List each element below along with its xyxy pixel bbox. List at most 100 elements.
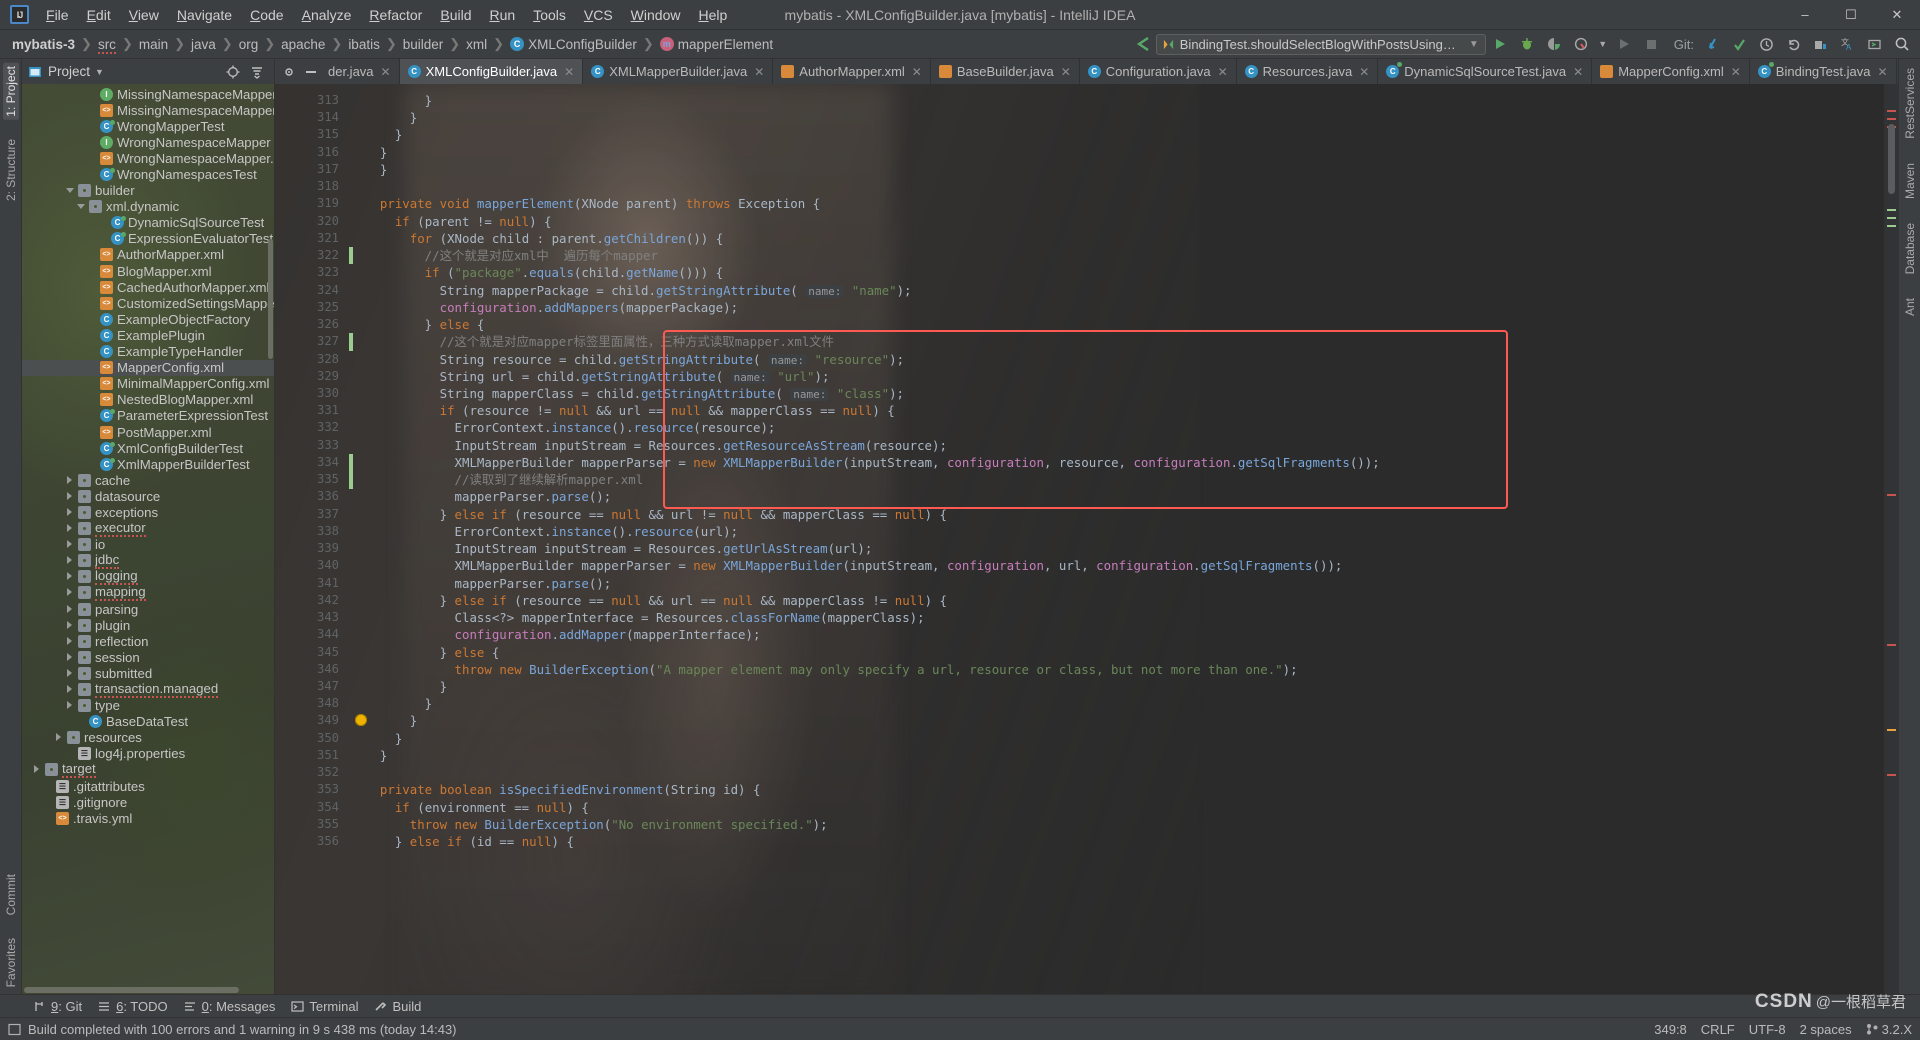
disclosure-triangle-icon[interactable] xyxy=(66,636,75,646)
editor-tab-bar[interactable]: der.java ✕ C XMLConfigBuilder.java ✕ C XMLMapp… xyxy=(275,59,1898,84)
tree-item-target[interactable]: target xyxy=(22,761,274,779)
close-icon[interactable]: ✕ xyxy=(1218,65,1228,79)
debug-button[interactable] xyxy=(1515,32,1540,56)
sidebar-item-structure[interactable]: 2: Structure xyxy=(3,136,19,204)
tree-item-xmlmapperbuildertest[interactable]: C XmlMapperBuilderTest xyxy=(22,456,274,472)
line-number[interactable]: 320 xyxy=(275,213,347,230)
line-number[interactable]: 346 xyxy=(275,661,347,678)
run-configuration-selector[interactable]: BindingTest.shouldSelectBlogWithPostsUsi… xyxy=(1155,33,1486,55)
line-number[interactable]: 342 xyxy=(275,592,347,609)
disclosure-triangle-icon[interactable] xyxy=(66,507,75,517)
tool-window-button-messages[interactable]: 0: Messages xyxy=(177,997,283,1016)
tree-item-builder[interactable]: builder xyxy=(22,183,274,199)
code-line[interactable]: //这个就是对应xml中 遍历每个mapper xyxy=(365,247,1898,264)
code-line[interactable]: } xyxy=(365,109,1898,126)
code-line[interactable]: } xyxy=(365,92,1898,109)
back-arrow-icon[interactable] xyxy=(1134,35,1154,53)
code-line[interactable]: } xyxy=(365,678,1898,695)
tree-item-parsing[interactable]: parsing xyxy=(22,601,274,617)
line-number[interactable]: 329 xyxy=(275,368,347,385)
line-number[interactable]: 321 xyxy=(275,230,347,247)
line-number[interactable]: 327 xyxy=(275,333,347,350)
hide-panel-icon[interactable] xyxy=(305,66,317,78)
git-commit-button[interactable] xyxy=(1727,32,1752,56)
project-vertical-scrollbar[interactable] xyxy=(268,239,273,359)
tree-item-postmapper-xml[interactable]: PostMapper.xml xyxy=(22,424,274,440)
code-line[interactable]: String url = child.getStringAttribute( n… xyxy=(365,368,1898,385)
code-line[interactable]: private boolean isSpecifiedEnvironment(S… xyxy=(365,781,1898,798)
editor-tab-authormapper-xml[interactable]: AuthorMapper.xml ✕ xyxy=(773,59,931,84)
code-line[interactable]: if (resource != null && url == null && m… xyxy=(365,402,1898,419)
tree-item-log4j-properties[interactable]: ☰ log4j.properties xyxy=(22,746,274,762)
disclosure-triangle-icon[interactable] xyxy=(66,556,75,565)
line-number[interactable]: 317 xyxy=(275,161,347,178)
menu-item-window[interactable]: Window xyxy=(622,4,690,26)
code-line[interactable]: } xyxy=(365,126,1898,143)
tree-item-wrongmappertest[interactable]: C WrongMapperTest xyxy=(22,118,274,134)
marker-error[interactable] xyxy=(1887,774,1896,776)
tree-item-exampleobjectfactory[interactable]: C ExampleObjectFactory xyxy=(22,311,274,327)
line-number[interactable]: 314 xyxy=(275,109,347,126)
marker-error[interactable] xyxy=(1887,118,1896,120)
settings-gear-icon[interactable] xyxy=(283,66,295,78)
line-number[interactable]: 333 xyxy=(275,437,347,454)
code-line[interactable]: if (parent != null) { xyxy=(365,213,1898,230)
code-line[interactable]: mapperParser.parse(); xyxy=(365,488,1898,505)
code-line[interactable]: InputStream inputStream = Resources.getU… xyxy=(365,540,1898,557)
run-with-coverage-button[interactable] xyxy=(1542,32,1567,56)
line-number[interactable]: 335 xyxy=(275,471,347,488)
code-line[interactable]: String mapperClass = child.getStringAttr… xyxy=(365,385,1898,402)
breadcrumb-item-xmlconfigbuilder[interactable]: C XMLConfigBuilder xyxy=(506,36,641,53)
tree-item-exampleplugin[interactable]: C ExamplePlugin xyxy=(22,327,274,343)
maximize-button[interactable]: ☐ xyxy=(1828,0,1874,30)
profile-button[interactable] xyxy=(1569,32,1594,56)
code-line[interactable]: private void mapperElement(XNode parent)… xyxy=(365,195,1898,212)
tree-item-xml-dynamic[interactable]: xml.dynamic xyxy=(22,199,274,215)
tree-item-dynamicsqlsourcetest[interactable]: C DynamicSqlSourceTest xyxy=(22,215,274,231)
disclosure-triangle-icon[interactable] xyxy=(66,475,75,485)
tree-item-plugin[interactable]: plugin xyxy=(22,617,274,633)
breadcrumb-item-org[interactable]: org xyxy=(235,36,263,53)
line-number[interactable]: 331 xyxy=(275,402,347,419)
line-number[interactable]: 324 xyxy=(275,282,347,299)
editor-tab-der-java[interactable]: der.java ✕ xyxy=(275,59,400,84)
sidebar-item-maven[interactable]: Maven xyxy=(1902,160,1918,202)
tree-item--gitattributes[interactable]: ☰ .gitattributes xyxy=(22,778,274,794)
tree-item-logging[interactable]: logging xyxy=(22,568,274,586)
menu-item-refactor[interactable]: Refactor xyxy=(360,4,431,26)
code-line[interactable]: } else if (resource == null && url == nu… xyxy=(365,592,1898,609)
tree-item-customizedsettingsmapperc[interactable]: CustomizedSettingsMapperC xyxy=(22,295,274,311)
line-number[interactable]: 350 xyxy=(275,730,347,747)
code-line[interactable]: } xyxy=(365,695,1898,712)
line-number[interactable]: 356 xyxy=(275,833,347,850)
line-number[interactable]: 338 xyxy=(275,523,347,540)
menu-item-analyze[interactable]: Analyze xyxy=(293,4,361,26)
git-branch-widget[interactable]: 3.2.X xyxy=(1866,1022,1912,1037)
tree-item-xmlconfigbuildertest[interactable]: C XmlConfigBuilderTest xyxy=(22,440,274,456)
code-line[interactable]: ErrorContext.instance().resource(url); xyxy=(365,523,1898,540)
code-line[interactable]: String mapperPackage = child.getStringAt… xyxy=(365,282,1898,299)
indent-setting[interactable]: 2 spaces xyxy=(1800,1022,1852,1037)
marker-change[interactable] xyxy=(1887,225,1896,227)
code-line[interactable]: configuration.addMapper(mapperInterface)… xyxy=(365,626,1898,643)
line-number[interactable]: 355 xyxy=(275,816,347,833)
code-line[interactable]: } xyxy=(365,730,1898,747)
line-number[interactable]: 339 xyxy=(275,540,347,557)
tree-item-executor[interactable]: executor xyxy=(22,520,274,538)
tree-item-wrongnamespacestest[interactable]: C WrongNamespacesTest xyxy=(22,166,274,182)
line-number[interactable]: 318 xyxy=(275,178,347,195)
close-icon[interactable]: ✕ xyxy=(564,65,574,79)
line-number[interactable]: 336 xyxy=(275,488,347,505)
code-editor[interactable]: 313 314 315 316 317 318 319 320 321 322 323 324 325 3… xyxy=(275,84,1898,994)
tree-item-cache[interactable]: cache xyxy=(22,472,274,488)
tree-item-expressionevaluatortest[interactable]: C ExpressionEvaluatorTest xyxy=(22,231,274,247)
editor-scrollbar-thumb[interactable] xyxy=(1888,124,1895,194)
line-number[interactable]: 328 xyxy=(275,351,347,368)
line-number[interactable]: 315 xyxy=(275,126,347,143)
code-line[interactable]: throw new BuilderException("A mapper ele… xyxy=(365,661,1898,678)
line-number[interactable]: 330 xyxy=(275,385,347,402)
disclosure-triangle-icon[interactable] xyxy=(66,668,75,678)
tool-window-button-todo[interactable]: 6: TODO xyxy=(91,997,175,1016)
minimize-button[interactable]: – xyxy=(1782,0,1828,30)
stop-button[interactable] xyxy=(1639,32,1664,56)
